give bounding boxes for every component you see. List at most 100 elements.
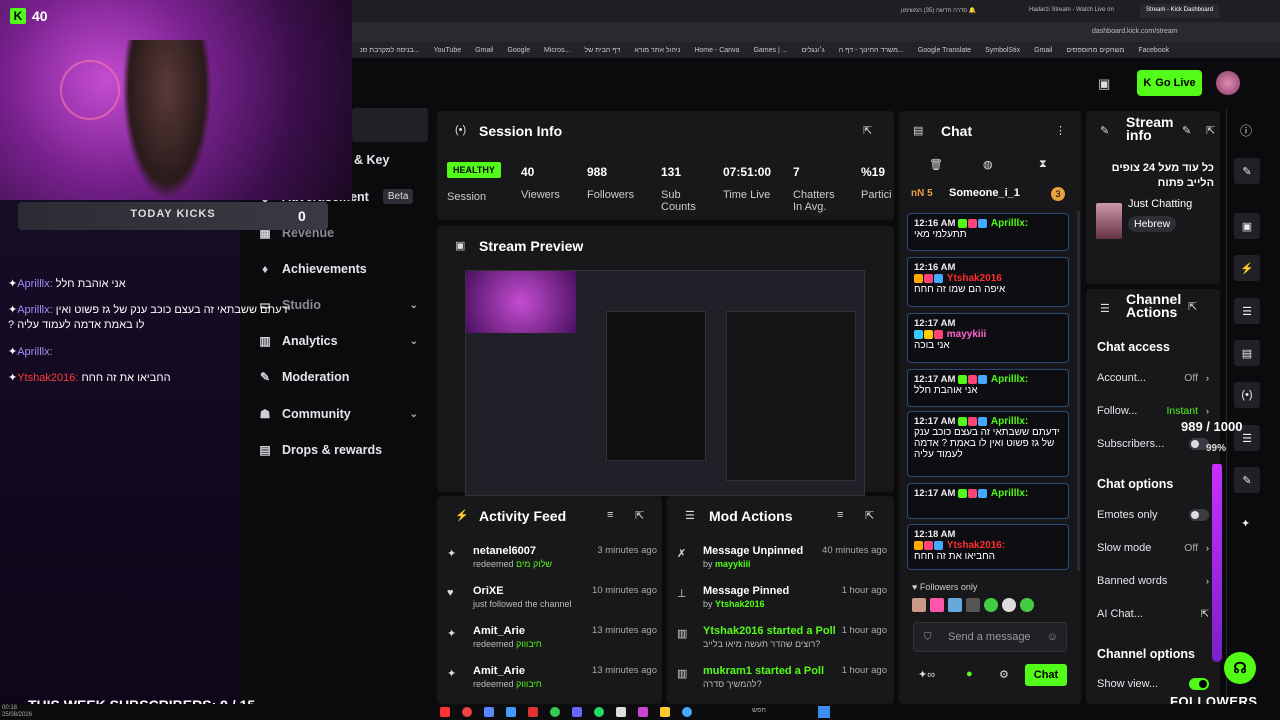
browser-tab[interactable]: Hadarzi Stream - Watch Live on [1023, 4, 1120, 18]
browser-tab[interactable]: סדרה חדשה (35) המשימון 🔔 [895, 4, 982, 18]
popout-icon[interactable]: ⇱ [1206, 124, 1215, 137]
popout-icon[interactable]: ⇱ [865, 509, 874, 522]
bookmark[interactable]: דף הבית של [584, 47, 620, 54]
popout-icon[interactable]: ⇱ [635, 509, 644, 522]
followers-goal-fill [1212, 464, 1222, 662]
wrench-icon[interactable]: ✎ [1234, 467, 1260, 493]
chat-input[interactable]: Send a message ⛉ ☺ [913, 622, 1067, 652]
bookmark[interactable]: בניסה למקרבת סנ... [360, 47, 420, 54]
bookmark[interactable]: Micros... [544, 47, 570, 54]
windows-start-icon[interactable] [818, 706, 830, 718]
chat-message[interactable]: 12:17 AM Aprilllx: ידעתם ששבתאי זה בעצם כ… [907, 411, 1069, 477]
bookmark[interactable]: Facebook [1138, 47, 1169, 54]
emote-icon[interactable] [984, 598, 998, 612]
show-viewers-row[interactable]: Show view... [1097, 678, 1209, 690]
chat-message[interactable]: 12:16 AM Aprilllx: תתעלמי מאי [907, 213, 1069, 251]
chat-icon[interactable]: ▤ [1234, 340, 1260, 366]
bookmark[interactable]: משחקים מחוספסים [1066, 47, 1124, 54]
chat-send-button[interactable]: Chat [1025, 664, 1067, 686]
emote-icon[interactable] [948, 598, 962, 612]
chat-scrollbar[interactable] [1077, 211, 1080, 571]
filter-icon[interactable]: ≡ [607, 509, 613, 521]
category-thumbnail[interactable] [1096, 203, 1122, 239]
bookmark[interactable]: משרד החינוך - דף ה... [839, 47, 904, 54]
gear-icon[interactable]: ⚙ [999, 668, 1009, 681]
app-icon[interactable] [528, 707, 538, 717]
preview-icon[interactable]: ▣ [1234, 213, 1260, 239]
app-icon[interactable] [462, 707, 472, 717]
bookmark[interactable]: Google [507, 47, 530, 54]
emoji-icon[interactable]: ☺ [1047, 631, 1058, 643]
infinity-icon[interactable]: ✦∞ [918, 668, 935, 681]
chat-message[interactable]: 12:16 AM Ytshak2016 איפה הם שמו זה חחח [907, 257, 1069, 307]
bookmark[interactable]: Gmail [1034, 47, 1052, 54]
ai-chat-row[interactable]: AI Chat... ⇱ [1097, 608, 1209, 620]
app-icon[interactable] [506, 707, 516, 717]
subscribers-only-row[interactable]: Subscribers... [1097, 438, 1209, 450]
edit-icon[interactable]: ✎ [1234, 158, 1260, 184]
more-icon[interactable]: ⋮ [1055, 124, 1066, 137]
info-icon[interactable]: ⓘ [1240, 122, 1252, 139]
app-icon[interactable] [572, 707, 582, 717]
banned-words-row[interactable]: Banned words › [1097, 575, 1209, 587]
bookmark[interactable]: Google Translate [918, 47, 971, 54]
bookmark[interactable]: ניהול אתר מורא [634, 47, 680, 54]
list-icon[interactable]: ☰ [1234, 298, 1260, 324]
slow-mode-row[interactable]: Slow mode Off › [1097, 542, 1209, 554]
nav-item-community[interactable]: ☗ Community ⌄ [258, 407, 418, 421]
stream-preview-video[interactable] [465, 270, 865, 496]
bookmark[interactable]: YouTube [434, 47, 462, 54]
nav-item-achievements[interactable]: ♦ Achievements [258, 262, 418, 276]
chat-message[interactable]: 12:17 AM Aprilllx: [907, 483, 1069, 519]
app-icon[interactable] [550, 707, 560, 717]
popout-icon[interactable]: ⇱ [863, 124, 872, 137]
bookmark[interactable]: ג׳ונגלים [802, 47, 825, 54]
pinned-user[interactable]: Someone_i_1 [949, 187, 1020, 199]
hourglass-icon[interactable]: ⧗ [1039, 158, 1047, 171]
popout-icon[interactable]: ⇱ [1188, 300, 1197, 313]
emote-icon[interactable] [1020, 598, 1034, 612]
go-live-button[interactable]: K Go Live [1137, 70, 1202, 96]
app-icon[interactable] [682, 707, 692, 717]
follower-mode-row[interactable]: Follow... Instant › [1097, 405, 1209, 417]
kick-coin-icon[interactable]: ● [966, 668, 973, 680]
emote-row[interactable] [912, 598, 1034, 612]
filter-icon[interactable]: ≡ [837, 509, 843, 521]
overlay-chat-line: ✦Aprilllx: ידעתם ששבתאי זה בעצם כוכב ענק… [8, 304, 291, 316]
emotes-only-toggle[interactable] [1189, 509, 1209, 521]
bookmark[interactable]: Games | ... [753, 47, 787, 54]
bookmark[interactable]: SymbolStix [985, 47, 1020, 54]
bookmark[interactable]: Gmail [475, 47, 493, 54]
broadcast-icon[interactable]: (•) [1234, 382, 1260, 408]
app-icon[interactable] [484, 707, 494, 717]
show-viewers-toggle[interactable] [1189, 678, 1209, 690]
lightning-icon[interactable]: ⚡ [1234, 255, 1260, 281]
category-name[interactable]: Just Chatting [1128, 198, 1192, 210]
avatar[interactable] [1216, 71, 1240, 95]
speech-icon[interactable]: ◍ [983, 158, 993, 171]
app-icon[interactable] [440, 707, 450, 717]
nav-item-moderation[interactable]: ✎ Moderation [258, 370, 418, 384]
edit-icon[interactable]: ✎ [1182, 124, 1191, 137]
emote-icon[interactable] [930, 598, 944, 612]
chat-message[interactable]: 12:17 AM Aprilllx: אני אוהבת חלל [907, 369, 1069, 407]
app-icon[interactable] [638, 707, 648, 717]
trash-icon[interactable]: 🗑 [929, 158, 943, 171]
chat-message[interactable]: 12:17 AM mayykiii אני בוכה [907, 313, 1069, 363]
chat-message[interactable]: 12:18 AM Ytshak2016: החביאו את זה חחח [907, 524, 1069, 570]
app-icon[interactable] [616, 707, 626, 717]
taskbar-search[interactable]: חפש [752, 707, 766, 714]
app-icon[interactable] [660, 707, 670, 717]
camera-icon[interactable]: ▣ [1098, 76, 1110, 92]
browser-tab-active[interactable]: Stream - Kick Dashboard [1140, 4, 1220, 18]
nav-item-drops-rewards[interactable]: ▤ Drops & rewards [258, 443, 418, 457]
community-icon[interactable]: ✦ [1241, 517, 1250, 530]
emote-icon[interactable] [912, 598, 926, 612]
bookmark[interactable]: Home - Canva [694, 47, 739, 54]
nav-item-analytics[interactable]: ▥ Analytics ⌄ [258, 334, 418, 348]
app-icon[interactable] [594, 707, 604, 717]
account-age-row[interactable]: Account... Off › [1097, 372, 1209, 384]
emote-icon[interactable] [966, 598, 980, 612]
emotes-only-row[interactable]: Emotes only [1097, 509, 1209, 521]
emote-icon[interactable] [1002, 598, 1016, 612]
